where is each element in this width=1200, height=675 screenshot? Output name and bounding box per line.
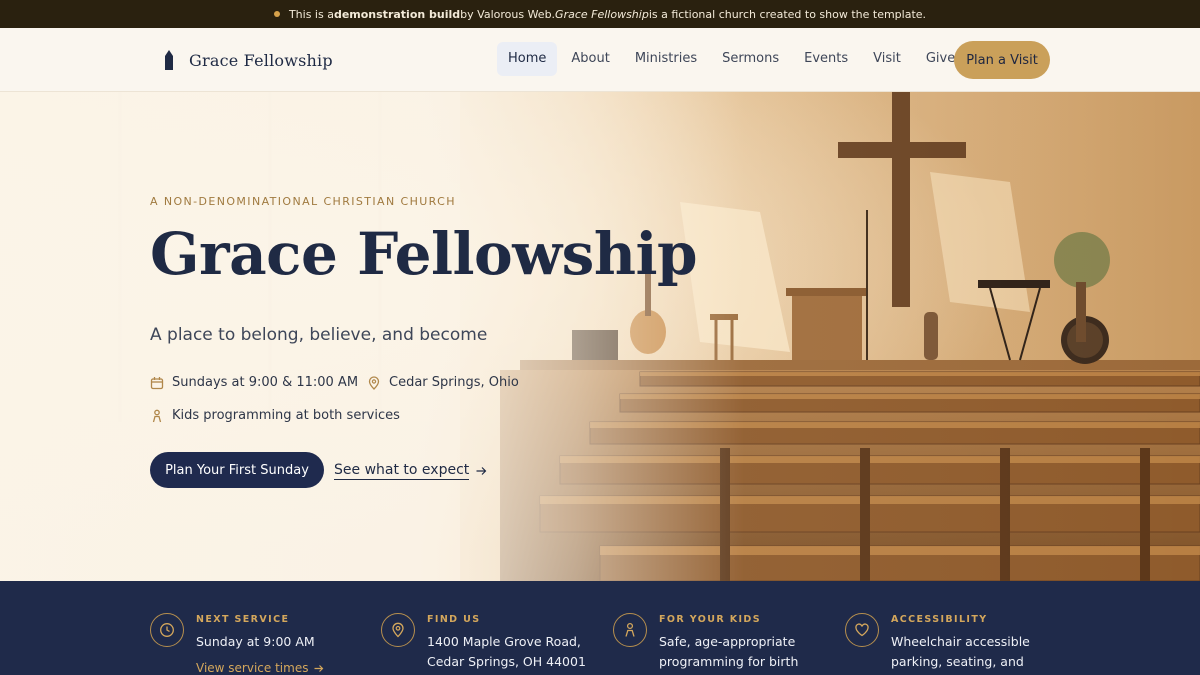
calendar-icon <box>150 376 164 389</box>
info-for-kids: FOR YOUR KIDS Safe, age-appropriate prog… <box>613 581 833 675</box>
view-service-times-label: View service times <box>196 661 309 675</box>
logo[interactable]: Grace Fellowship <box>164 50 333 70</box>
banner-middle: by Valorous Web. <box>460 7 556 21</box>
view-service-times-link[interactable]: View service times <box>196 661 324 675</box>
hero-eyebrow: A NON-DENOMINATIONAL CHRISTIAN CHURCH <box>150 195 456 208</box>
plan-first-sunday-button[interactable]: Plan Your First Sunday <box>150 452 324 488</box>
heart-icon <box>845 613 879 647</box>
info-text: 1400 Maple Grove Road, Cedar Springs, OH… <box>427 634 586 669</box>
info-label: NEXT SERVICE <box>196 614 290 625</box>
info-find-us: FIND US 1400 Maple Grove Road, Cedar Spr… <box>381 581 601 675</box>
banner-strong: demonstration build <box>333 7 461 21</box>
nav-about[interactable]: About <box>560 42 620 76</box>
banner-suffix: is a fictional church created to show th… <box>648 7 927 21</box>
child-icon <box>152 409 162 422</box>
info-accessibility: ACCESSIBILITY Wheelchair accessible park… <box>845 581 1065 675</box>
demo-banner: This is a demonstration build by Valorou… <box>0 0 1200 28</box>
plan-a-visit-button[interactable]: Plan a Visit <box>954 41 1050 79</box>
logo-text: Grace Fellowship <box>189 50 333 70</box>
site-header: Grace Fellowship Home About Ministries S… <box>0 28 1200 92</box>
child-icon <box>613 613 647 647</box>
info-text: Wheelchair accessible parking, seating, … <box>891 634 1030 675</box>
hero-title: Grace Fellowship <box>150 220 698 288</box>
info-text: Sunday at 9:00 AM <box>196 634 315 649</box>
info-label: FOR YOUR KIDS <box>659 614 761 625</box>
info-label: ACCESSIBILITY <box>891 614 988 625</box>
service-times-meta: Sundays at 9:00 & 11:00 AM <box>150 375 358 390</box>
nav-sermons[interactable]: Sermons <box>711 42 790 76</box>
map-pin-icon <box>368 375 380 390</box>
nav-ministries[interactable]: Ministries <box>624 42 708 76</box>
hero-tagline: A place to belong, believe, and become <box>150 325 488 345</box>
info-text: Safe, age-appropriate programming for bi… <box>659 634 799 675</box>
kids-meta: Kids programming at both services <box>150 408 400 423</box>
main-nav: Home About Ministries Sermons Events Vis… <box>497 42 969 76</box>
arrow-right-icon <box>314 664 324 672</box>
steeple-icon <box>165 50 173 70</box>
kids-text: Kids programming at both services <box>172 408 400 423</box>
arrow-right-icon <box>476 467 487 475</box>
banner-dot-icon <box>273 11 280 17</box>
location-meta: Cedar Springs, Ohio <box>367 375 519 390</box>
map-pin-icon <box>381 613 415 647</box>
info-next-service: NEXT SERVICE Sunday at 9:00 AM View serv… <box>150 581 370 675</box>
info-band: NEXT SERVICE Sunday at 9:00 AM View serv… <box>0 581 1200 675</box>
see-what-to-expect-label: See what to expect <box>334 462 470 480</box>
service-times-text: Sundays at 9:00 & 11:00 AM <box>172 375 359 390</box>
hero-section: A NON-DENOMINATIONAL CHRISTIAN CHURCH Gr… <box>0 92 1200 581</box>
clock-icon <box>150 613 184 647</box>
nav-home[interactable]: Home <box>497 42 558 76</box>
nav-events[interactable]: Events <box>793 42 859 76</box>
banner-italic: Grace Fellowship <box>555 7 649 21</box>
see-what-to-expect-link[interactable]: See what to expect <box>334 462 487 480</box>
banner-prefix: This is a <box>288 7 334 21</box>
location-text: Cedar Springs, Ohio <box>389 375 519 390</box>
nav-visit[interactable]: Visit <box>862 42 912 76</box>
info-label: FIND US <box>427 614 481 625</box>
